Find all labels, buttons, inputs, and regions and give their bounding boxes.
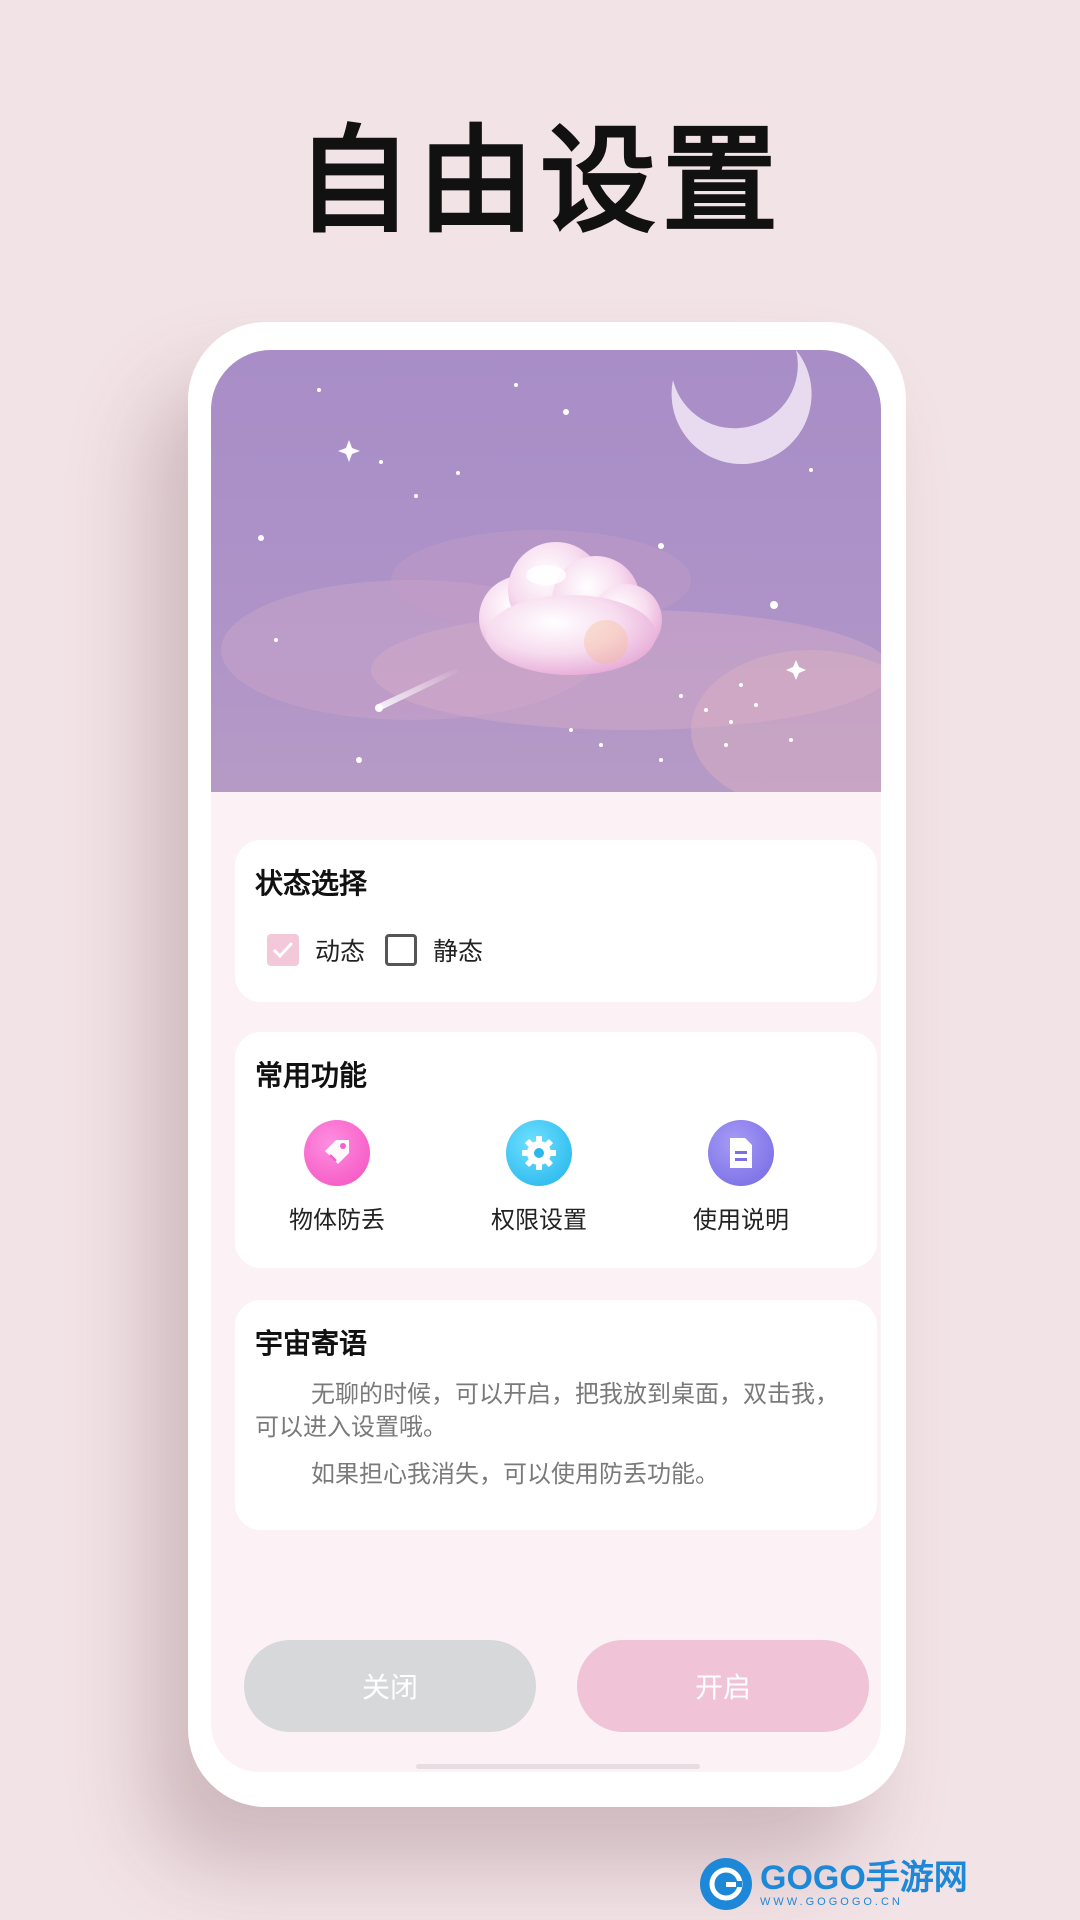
night-sky-banner bbox=[211, 350, 881, 792]
watermark-url: WWW.GOGOGO.CN bbox=[760, 1896, 903, 1908]
option-dynamic[interactable]: 动态 bbox=[267, 932, 365, 968]
static-label: 静态 bbox=[433, 937, 484, 966]
watermark-brand: GOGO手游网 bbox=[760, 1859, 968, 1897]
instructions-label: 使用说明 bbox=[693, 1206, 789, 1234]
status-card-title: 状态选择 bbox=[255, 867, 368, 900]
tag-icon[interactable] bbox=[304, 1120, 370, 1186]
message-paragraph-2: 如果担心我消失，可以使用防丢功能。 bbox=[311, 1460, 719, 1488]
app-screen: 状态选择 动态 静态 常用功能 物体防丢 权限设置 使用说明 宇宙寄语 无聊的时… bbox=[211, 350, 881, 1772]
dynamic-label: 动态 bbox=[315, 937, 366, 966]
home-indicator bbox=[416, 1764, 700, 1769]
functions-card-title: 常用功能 bbox=[255, 1059, 368, 1092]
document-icon[interactable] bbox=[708, 1120, 774, 1186]
message-card: 宇宙寄语 无聊的时候，可以开启，把我放到桌面，双击我，可以进入设置哦。 如果担心… bbox=[235, 1300, 877, 1530]
permission-settings-function[interactable]: 权限设置 bbox=[459, 1120, 619, 1235]
message-paragraph-1: 无聊的时候，可以开启，把我放到桌面，双击我，可以进入设置哦。 bbox=[255, 1380, 839, 1441]
gear-icon[interactable] bbox=[506, 1120, 572, 1186]
permission-settings-label: 权限设置 bbox=[491, 1206, 587, 1234]
static-checkbox[interactable] bbox=[385, 934, 417, 966]
open-button[interactable]: 开启 bbox=[577, 1640, 869, 1732]
instructions-function[interactable]: 使用说明 bbox=[661, 1120, 821, 1235]
option-static[interactable]: 静态 bbox=[385, 932, 483, 968]
page-headline: 自由设置 bbox=[296, 114, 784, 249]
close-button[interactable]: 关闭 bbox=[244, 1640, 536, 1732]
functions-card: 常用功能 物体防丢 权限设置 使用说明 bbox=[235, 1032, 877, 1268]
gogo-logo-icon bbox=[700, 1858, 752, 1910]
site-watermark: GOGO手游网 WWW.GOGOGO.CN bbox=[700, 1858, 968, 1910]
anti-loss-function[interactable]: 物体防丢 bbox=[257, 1120, 417, 1235]
status-card: 状态选择 动态 静态 bbox=[235, 840, 877, 1002]
checkmark-icon bbox=[272, 941, 294, 959]
message-card-title: 宇宙寄语 bbox=[255, 1327, 368, 1360]
dynamic-checkbox[interactable] bbox=[267, 934, 299, 966]
anti-loss-label: 物体防丢 bbox=[289, 1206, 385, 1234]
